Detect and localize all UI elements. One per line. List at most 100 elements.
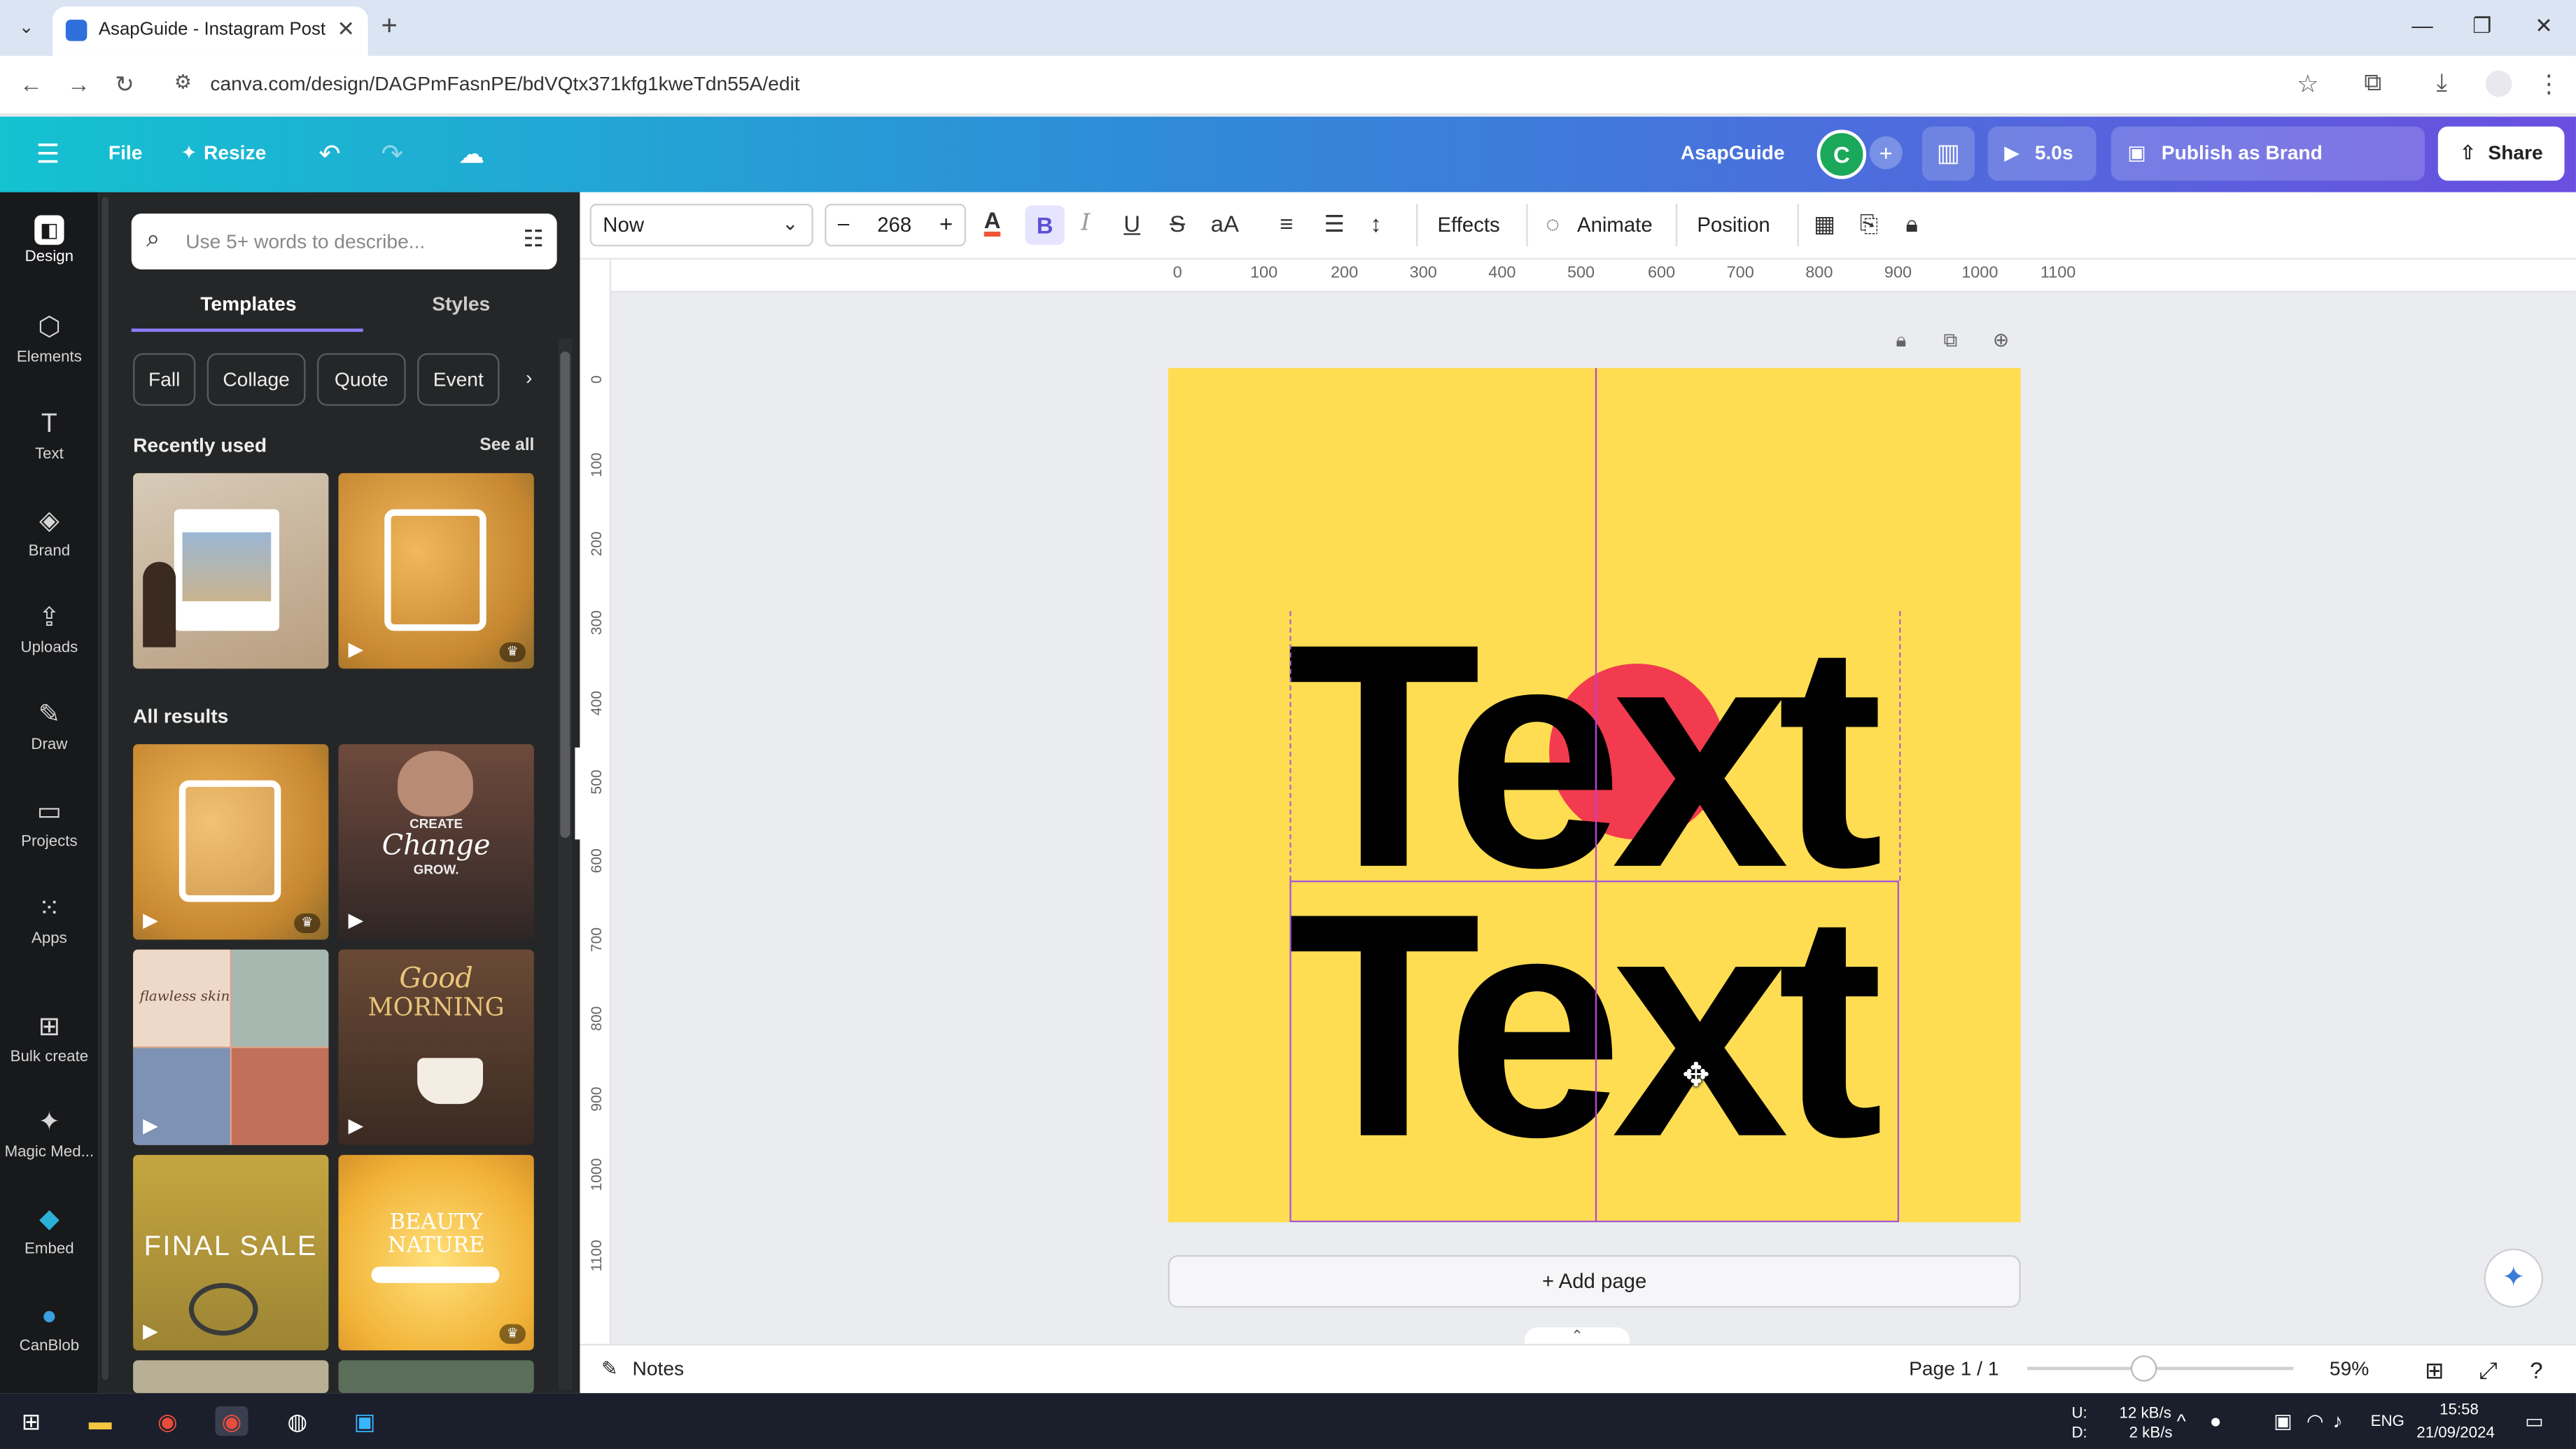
italic-icon[interactable]: I [1081, 210, 1090, 237]
letter-case-icon[interactable]: aA [1211, 210, 1239, 237]
help-icon[interactable]: ? [2530, 1357, 2542, 1384]
template-thumb[interactable]: flawless skin ▶ [133, 949, 329, 1145]
add-page-icon[interactable]: ⊕ [1993, 328, 2010, 351]
chip-event[interactable]: Event [417, 353, 500, 406]
notifications-icon[interactable]: ▭ [2525, 1410, 2544, 1433]
publish-brand-template-button[interactable]: ▣ Publish as Brand Template [2110, 126, 2426, 218]
page-indicator[interactable]: Page 1 / 1 [1909, 1357, 1998, 1380]
show-pages-icon[interactable]: ⌃ [1524, 1327, 1630, 1344]
selection-box[interactable] [1289, 880, 1900, 1223]
template-thumb[interactable]: ▶ ♛ [133, 744, 329, 940]
rail-item-magic-med[interactable]: ✦ Magic Med... [0, 1107, 99, 1161]
decrease-size-button[interactable]: – [838, 212, 849, 235]
template-thumb[interactable] [338, 1360, 534, 1394]
text-color-icon[interactable]: A [983, 209, 1001, 237]
add-page-button[interactable]: + Add page [1168, 1255, 2021, 1308]
underline-icon[interactable]: U [1124, 210, 1140, 237]
user-avatar[interactable]: C [1816, 130, 1867, 179]
tab-close-icon[interactable]: ✕ [337, 16, 355, 43]
tray-chevron-icon[interactable]: ^ [2177, 1410, 2186, 1433]
url-field[interactable]: canva.com/design/DAGPmFasnPE/bdVQtx371kf… [210, 72, 799, 95]
chips-next-icon[interactable]: › [511, 354, 547, 406]
chrome-icon[interactable]: ◉ [151, 1406, 184, 1436]
file-explorer-icon[interactable]: ▬ [84, 1406, 117, 1436]
close-window-icon[interactable]: ✕ [2535, 13, 2553, 40]
font-size-value[interactable]: 268 [877, 214, 911, 237]
extensions-icon[interactable]: ⧉ [2364, 69, 2381, 97]
notes-button[interactable]: Notes [633, 1357, 685, 1380]
font-size-stepper[interactable]: – 268 + [825, 204, 966, 247]
new-tab-icon[interactable]: + [381, 10, 397, 43]
clock-time[interactable]: 15:58 [2440, 1401, 2479, 1420]
add-collaborator-icon[interactable]: + [1869, 136, 1903, 169]
profile-avatar[interactable] [2485, 70, 2512, 97]
design-artboard[interactable]: Text Text [1168, 368, 2021, 1223]
share-button[interactable]: ⇧ Share [2437, 126, 2565, 181]
font-selector[interactable]: Now ⌄ [589, 204, 813, 247]
increase-size-button[interactable]: + [939, 210, 953, 237]
rail-item-text[interactable]: T Text [0, 409, 99, 463]
file-menu[interactable]: File [108, 141, 143, 164]
magic-assistant-icon[interactable]: ✦ [2484, 1248, 2544, 1308]
rail-item-elements[interactable]: ⬡ Elements [0, 312, 99, 366]
tab-templates[interactable]: Templates [200, 293, 296, 316]
see-all-link[interactable]: See all [479, 435, 534, 455]
browser-menu-icon[interactable]: ⋮ [2537, 69, 2561, 99]
rail-item-projects[interactable]: ▭ Projects [0, 797, 99, 851]
brand-name[interactable]: AsapGuide [1681, 141, 1785, 164]
menu-icon[interactable]: ☰ [36, 138, 60, 171]
bold-button[interactable]: B [1025, 205, 1065, 245]
transparency-icon[interactable]: ▦ [1814, 210, 1835, 238]
rail-item-bulk-create[interactable]: ⊞ Bulk create [0, 1012, 99, 1066]
template-thumb[interactable] [133, 1360, 329, 1394]
play-duration-button[interactable]: ▶ 5.0s [1987, 126, 2096, 181]
grid-view-icon[interactable]: ⊞ [2425, 1357, 2444, 1385]
chip-collage[interactable]: Collage [206, 353, 306, 406]
obs-icon[interactable]: ◍ [281, 1406, 314, 1436]
rail-item-uploads[interactable]: ⇪ Uploads [0, 603, 99, 657]
chrome-active-icon[interactable]: ◉ [215, 1406, 248, 1436]
rail-item-apps[interactable]: ⁙ Apps [0, 894, 99, 948]
rail-item-design[interactable]: ◧ Design [0, 215, 99, 266]
duplicate-page-icon[interactable]: ⧉ [1943, 328, 1957, 353]
browser-tab[interactable]: AsapGuide - Instagram Post ✕ [52, 6, 368, 56]
list-icon[interactable]: ☰ [1324, 210, 1345, 238]
insights-chart-icon[interactable]: ▥ [1921, 126, 1975, 181]
forward-icon[interactable]: → [67, 71, 90, 97]
notes-icon[interactable]: ✎ [601, 1357, 618, 1380]
undo-icon[interactable]: ↶ [318, 138, 340, 171]
site-info-icon[interactable]: ⚙ [174, 71, 192, 94]
mic-icon[interactable]: ● [2210, 1410, 2222, 1433]
template-thumb[interactable]: ▶ ♛ [338, 472, 534, 669]
rail-item-brand[interactable]: ◈ Brand [0, 506, 99, 560]
cloud-save-icon[interactable]: ☁ [458, 138, 485, 171]
windows-start-icon[interactable]: ⊞ [15, 1406, 48, 1436]
strikethrough-icon[interactable]: S [1170, 210, 1185, 237]
chip-fall[interactable]: Fall [133, 353, 196, 406]
app-icon[interactable]: ▣ [349, 1406, 382, 1436]
minimize-icon[interactable]: — [2412, 13, 2433, 38]
rail-item-canblob[interactable]: ● CanBlob [0, 1301, 99, 1355]
position-button[interactable]: Position [1697, 214, 1770, 237]
template-thumb[interactable]: Good MORNING ▶ [338, 949, 534, 1145]
template-search-input[interactable]: ⌕ Use 5+ words to describe... ☷ [131, 214, 557, 270]
spacing-icon[interactable]: ↕ [1370, 210, 1381, 237]
wifi-icon[interactable]: ◠ [2306, 1410, 2324, 1433]
lock-page-icon[interactable]: 🔒︎ [1896, 328, 1906, 353]
template-thumb[interactable]: CREATE Change GROW. ▶ [338, 744, 534, 940]
back-icon[interactable]: ← [20, 71, 43, 97]
volume-icon[interactable]: ♪ [2333, 1410, 2343, 1433]
filter-icon[interactable]: ☷ [523, 225, 543, 253]
reload-icon[interactable]: ↻ [115, 71, 134, 99]
chip-quote[interactable]: Quote [316, 353, 406, 406]
redo-icon[interactable]: ↷ [381, 138, 402, 171]
template-thumb[interactable]: BEAUTY NATURE ♛ [338, 1154, 534, 1351]
tab-search-icon[interactable]: ⌄ [10, 11, 43, 44]
animate-button[interactable]: Animate [1577, 214, 1653, 237]
paint-format-icon[interactable]: ⎘ [1860, 210, 1878, 238]
template-thumb[interactable]: FINAL SALE ▶ [133, 1154, 329, 1351]
lock-icon[interactable]: 🔒︎ [1905, 210, 1917, 238]
resize-button[interactable]: Resize [204, 141, 266, 164]
template-thumb[interactable] [133, 472, 329, 669]
zoom-level[interactable]: 59% [2330, 1357, 2369, 1380]
